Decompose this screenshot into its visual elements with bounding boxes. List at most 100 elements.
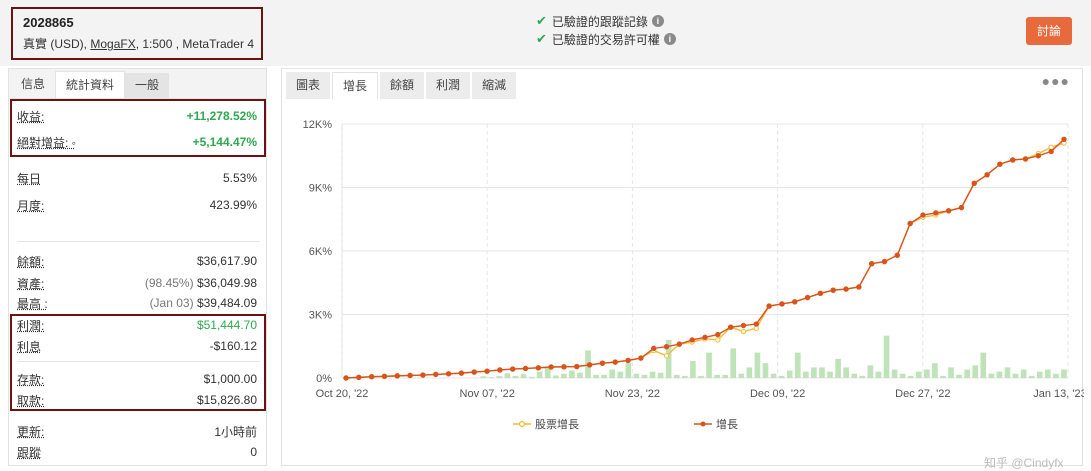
series-point — [792, 299, 798, 305]
highest-value: $39,484.09 — [196, 296, 257, 310]
chart-tabs: 圖表 增長 餘額 利潤 縮減 — [286, 72, 518, 99]
chart-bar — [883, 335, 890, 378]
profit-highlight-box — [10, 314, 266, 411]
chart-bar — [706, 352, 712, 378]
verified-track-record-label: 已驗證的跟蹤記錄 — [551, 14, 648, 29]
leverage-platform: , 1:500 , MetaTrader 4 — [135, 37, 254, 51]
chart-bar — [690, 361, 696, 378]
legend-growth[interactable]: 增長 — [694, 416, 738, 432]
balance-value: $36,617.90 — [196, 254, 257, 268]
chart-bar — [867, 365, 874, 378]
series-point — [599, 360, 606, 366]
series-point — [638, 355, 644, 361]
series-point — [856, 284, 862, 290]
chart-bar — [641, 374, 648, 378]
series-point — [1035, 153, 1042, 159]
chart-bar — [988, 373, 995, 378]
tab-drawdown[interactable]: 縮減 — [472, 72, 517, 99]
chart-bar — [778, 375, 785, 378]
equity-row: 資產: (98.45%) $36,049.98 — [9, 272, 266, 294]
tab-chart[interactable]: 圖表 — [286, 72, 331, 99]
tab-growth[interactable]: 增長 — [332, 72, 379, 99]
growth-chart: 0% 3K% 6K% 9K% 12K% Oct 20, '22 Nov 07, '22 Nov… — [303, 119, 1084, 400]
equity-percent: (98.45%) — [144, 276, 194, 290]
series-point — [804, 294, 811, 301]
broker-link[interactable]: MogaFX — [90, 37, 135, 51]
updated-value: 1小時前 — [214, 424, 257, 439]
chart-bar — [851, 373, 858, 378]
series-point — [830, 287, 836, 293]
series-point — [984, 172, 990, 178]
daily-value: 5.53% — [222, 171, 257, 185]
chart-bar — [577, 372, 583, 378]
check-icon: ✔ — [536, 31, 547, 46]
highest-label: 最高 : — [17, 296, 48, 311]
monthly-label[interactable]: 月度: — [17, 197, 44, 214]
series-point — [740, 328, 747, 335]
daily-label[interactable]: 每日 — [17, 170, 41, 187]
series-point — [625, 357, 631, 364]
series-point — [817, 290, 824, 297]
more-dots-icon[interactable]: ●●● — [1042, 73, 1070, 89]
series-point — [433, 371, 439, 378]
tab-statistics[interactable]: 統計資料 — [55, 71, 126, 98]
x-tick-label: Nov 07, '22 — [460, 388, 515, 400]
tab-profit[interactable]: 利潤 — [426, 72, 471, 99]
chart-bar — [956, 374, 962, 378]
info-icon[interactable]: i — [663, 33, 676, 45]
tab-general[interactable]: 一般 — [125, 73, 170, 98]
x-tick-label: Dec 09, '22 — [750, 388, 805, 400]
series-point — [663, 353, 670, 359]
account-id: 2028865 — [23, 15, 74, 30]
chart-bar — [891, 369, 898, 378]
series-point — [702, 334, 708, 341]
tab-info[interactable]: 信息 — [11, 69, 55, 98]
series-point — [958, 204, 965, 211]
series-point — [651, 345, 657, 352]
info-icon[interactable]: i — [651, 15, 664, 27]
chart-bar — [730, 348, 737, 378]
series-point — [766, 303, 772, 309]
series-point — [676, 341, 683, 347]
chart-bar — [682, 375, 688, 378]
legend-equity-growth-label: 股票增長 — [535, 419, 579, 431]
updated-label: 更新: — [17, 424, 45, 439]
equity-label: 資產: — [17, 276, 45, 291]
series-point — [509, 366, 516, 372]
series-point — [356, 374, 362, 381]
y-tick-label: 12K% — [303, 119, 333, 131]
chart-bar — [754, 352, 761, 378]
chart-bar — [528, 376, 535, 378]
series-point — [535, 365, 542, 371]
verified-track-record: ✔ 已驗證的跟蹤記錄 i — [536, 12, 676, 30]
tab-balance[interactable]: 餘額 — [380, 72, 425, 99]
account-type: 真實 (USD), — [23, 37, 87, 51]
chart-bar — [899, 373, 906, 378]
highest-date: (Jan 03) — [149, 296, 194, 310]
series-point — [458, 370, 465, 376]
x-tick-label: Dec 27, '22 — [895, 388, 950, 400]
series-point — [920, 212, 926, 218]
chart-bar — [1028, 375, 1035, 378]
series-point — [445, 371, 452, 377]
legend-equity-growth[interactable]: 股票增長 — [513, 416, 579, 432]
series-point — [753, 321, 759, 327]
highest-value-group: (Jan 03) $39,484.09 — [150, 296, 257, 310]
chart-bar — [504, 373, 511, 378]
series-point — [612, 359, 618, 365]
legend-growth-swatch — [694, 421, 712, 427]
chart-bar — [932, 363, 938, 378]
discuss-button[interactable]: 討論 — [1026, 17, 1072, 45]
series-point — [522, 365, 529, 372]
chart-bar — [1012, 373, 1019, 378]
highest-row: 最高 : (Jan 03) $39,484.09 — [9, 292, 266, 314]
series-point — [368, 374, 375, 380]
series-point — [343, 375, 349, 381]
series-point — [689, 337, 695, 343]
chart-bar — [480, 376, 486, 378]
equity-value: $36,049.98 — [196, 276, 257, 290]
chart-bar — [843, 367, 849, 378]
chart-bar — [698, 375, 704, 378]
chart-bar — [835, 358, 841, 378]
series-point — [394, 373, 400, 379]
